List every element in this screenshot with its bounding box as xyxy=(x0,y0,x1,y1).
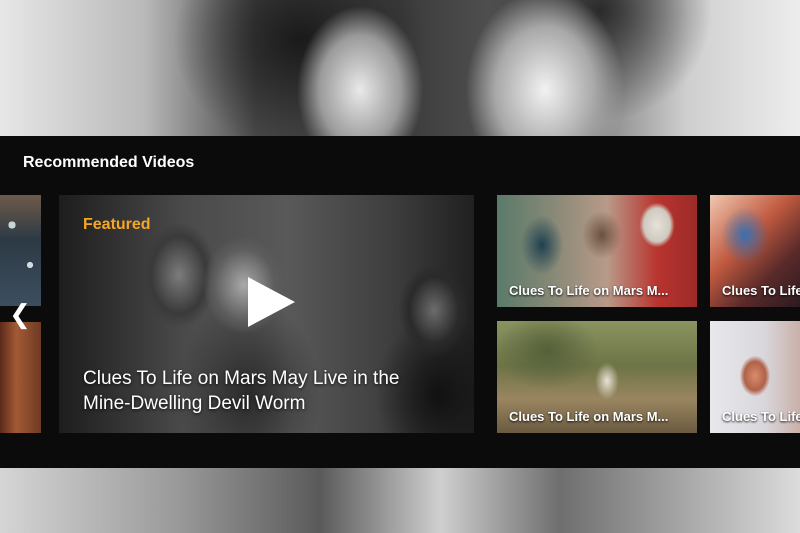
video-thumb-prev-bottom[interactable] xyxy=(0,322,41,433)
video-thumb-title[interactable]: Clues To Life on Mars M... xyxy=(722,409,800,425)
video-thumb[interactable]: Clues To Life on Mars M... xyxy=(497,321,697,433)
video-thumb[interactable]: Clues To Life on Mars M... xyxy=(497,195,697,307)
featured-video-card[interactable]: Featured Clues To Life on Mars May Live … xyxy=(59,195,474,433)
featured-badge: Featured xyxy=(83,216,151,233)
chevron-left-icon[interactable]: ❮ xyxy=(8,299,32,329)
video-thumb-title[interactable]: Clues To Life on Mars M... xyxy=(509,409,668,425)
play-icon[interactable] xyxy=(248,277,295,327)
section-title: Recommended Videos xyxy=(23,154,195,171)
video-thumb-title[interactable]: Clues To Life on Mars M... xyxy=(722,283,800,299)
featured-video-title[interactable]: Clues To Life on Mars May Live in the Mi… xyxy=(83,366,423,416)
video-thumb-prev-top[interactable] xyxy=(0,195,41,306)
video-thumb[interactable]: Clues To Life on Mars M... xyxy=(710,321,800,433)
background-photo-bottom xyxy=(0,468,800,533)
video-thumb[interactable]: Clues To Life on Mars M... xyxy=(710,195,800,307)
video-thumb-title[interactable]: Clues To Life on Mars M... xyxy=(509,283,668,299)
